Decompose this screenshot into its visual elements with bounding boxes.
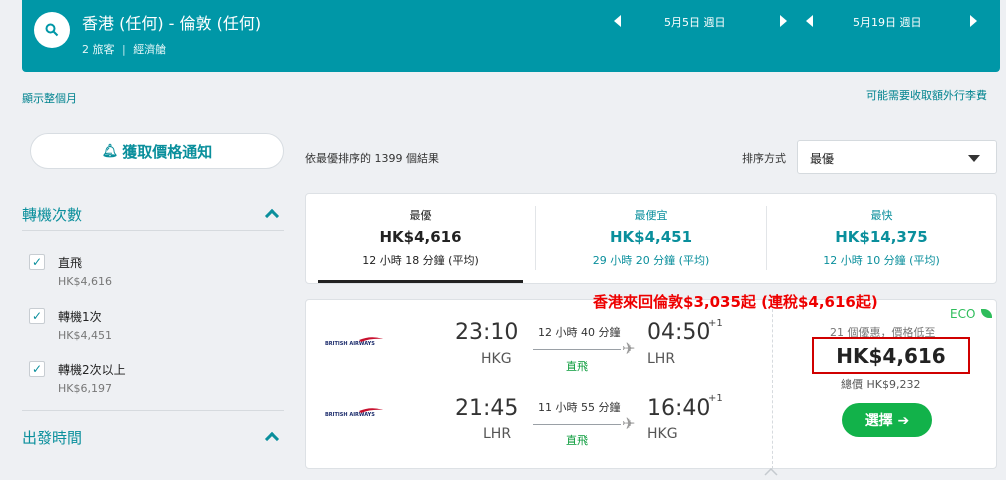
- outbound-plus-day: +1: [708, 318, 723, 329]
- collapse-stops-icon[interactable]: [264, 208, 280, 224]
- next-depart-date-icon[interactable]: [780, 15, 787, 27]
- sort-value: 最優: [810, 152, 835, 166]
- plane-icon: ✈︎: [622, 414, 636, 433]
- inbound-plus-day: +1: [708, 393, 723, 404]
- extra-baggage-fee-link[interactable]: 可能需要收取額外行李費: [866, 87, 987, 103]
- tab-cheapest[interactable]: 最便宜 HK$4,451 29 小時 20 分鐘 (平均): [536, 194, 766, 283]
- inbound-arr-time: 16:40: [647, 396, 711, 421]
- inbound-stops: 直飛: [566, 434, 588, 447]
- stops-one-label[interactable]: 轉機1次: [58, 308, 102, 325]
- divider: [22, 410, 284, 411]
- inbound-line: [533, 424, 621, 425]
- sort-label: 排序方式: [742, 152, 786, 165]
- leaf-icon: [981, 309, 993, 318]
- tab-best[interactable]: 最優 HK$4,616 12 小時 18 分鐘 (平均): [306, 194, 535, 283]
- tab-fastest-title: 最快: [870, 209, 893, 222]
- stops-direct-price: HK$4,616: [58, 275, 112, 288]
- cabin-text: 經濟艙: [133, 43, 167, 56]
- airline-logo-text: BRITISH AIRWAYS: [325, 341, 375, 347]
- prev-depart-date-icon[interactable]: [614, 15, 621, 27]
- passengers-text: 2 旅客: [82, 43, 115, 56]
- divider: [22, 230, 284, 231]
- stops-direct-checkbox[interactable]: ✓: [29, 254, 45, 270]
- outbound-line: [533, 349, 621, 350]
- inbound-duration: 11 小時 55 分鐘: [538, 401, 621, 414]
- promo-text: 香港來回倫敦$3,035起 (連稅$4,616起): [593, 293, 878, 311]
- stops-two-plus-checkbox[interactable]: ✓: [29, 361, 45, 377]
- tab-cheapest-duration: 29 小時 20 分鐘 (平均): [592, 254, 710, 267]
- airline-logo: BRITISH AIRWAYS: [325, 334, 385, 348]
- tab-fastest-duration: 12 小時 10 分鐘 (平均): [823, 254, 940, 267]
- collapse-departure-icon[interactable]: [264, 431, 280, 447]
- outbound-dep-airport: HKG: [481, 351, 512, 367]
- outbound-arr-airport: LHR: [647, 351, 676, 367]
- outbound-arr-time: 04:50: [647, 320, 711, 345]
- sort-select[interactable]: 最優: [797, 140, 997, 174]
- route-text[interactable]: 香港 (任何) - 倫敦 (任何): [82, 10, 261, 34]
- stops-one-price: HK$4,451: [58, 329, 112, 342]
- airline-logo-text: BRITISH AIRWAYS: [325, 412, 375, 418]
- plane-icon: ✈︎: [622, 339, 636, 358]
- tab-best-title: 最優: [409, 209, 432, 222]
- tab-fastest-price: HK$14,375: [835, 228, 928, 246]
- tab-cheapest-price: HK$4,451: [609, 228, 693, 246]
- tab-cheapest-title: 最便宜: [634, 209, 668, 222]
- show-whole-month-link[interactable]: 顯示整個月: [22, 90, 77, 106]
- stops-one-checkbox[interactable]: ✓: [29, 308, 45, 324]
- inbound-dep-time: 21:45: [455, 396, 519, 421]
- search-header[interactable]: 香港 (任何) - 倫敦 (任何) 2 旅客 | 經濟艙 5月5日 週日 5月1…: [22, 0, 1000, 72]
- stops-two-plus-label[interactable]: 轉機2次以上: [58, 361, 126, 378]
- departure-time-filter-title[interactable]: 出發時間: [22, 427, 82, 448]
- select-button[interactable]: 選擇 ➔: [842, 403, 932, 437]
- expand-details-icon[interactable]: [764, 461, 778, 476]
- chevron-down-icon: [968, 155, 980, 162]
- price-alert-label: 獲取價格通知: [122, 142, 213, 161]
- outbound-stops: 直飛: [566, 360, 588, 373]
- price-alert-button[interactable]: 🔔︎ 獲取價格通知: [30, 133, 284, 169]
- eco-label: ECO: [950, 307, 976, 321]
- tab-fastest[interactable]: 最快 HK$14,375 12 小時 10 分鐘 (平均): [767, 194, 996, 283]
- outbound-duration: 12 小時 40 分鐘: [538, 326, 621, 339]
- return-date[interactable]: 5月19日 週日: [853, 12, 922, 32]
- stops-filter-title[interactable]: 轉機次數: [22, 204, 82, 225]
- eco-badge: ECO: [950, 307, 993, 321]
- next-return-date-icon[interactable]: [970, 15, 977, 27]
- inbound-arr-airport: HKG: [647, 426, 678, 442]
- inbound-dep-airport: LHR: [483, 426, 512, 442]
- stops-two-plus-price: HK$6,197: [58, 382, 112, 395]
- outbound-dep-time: 23:10: [455, 320, 519, 345]
- results-count: 依最優排序的 1399 個結果: [305, 152, 439, 165]
- active-tab-indicator: [318, 280, 523, 283]
- prev-return-date-icon[interactable]: [806, 15, 813, 27]
- flight-price: HK$4,616: [836, 343, 946, 368]
- depart-date[interactable]: 5月5日 週日: [664, 12, 726, 32]
- passenger-cabin[interactable]: 2 旅客 | 經濟艙: [82, 41, 166, 57]
- stops-direct-label[interactable]: 直飛: [58, 254, 82, 271]
- sort-tabs: 最優 HK$4,616 12 小時 18 分鐘 (平均) 最便宜 HK$4,45…: [305, 193, 997, 284]
- bell-icon: 🔔︎: [101, 143, 119, 159]
- search-icon[interactable]: [34, 12, 70, 48]
- total-price: 總價 HK$9,232: [841, 378, 921, 391]
- tab-best-duration: 12 小時 18 分鐘 (平均): [362, 254, 479, 267]
- airline-logo: BRITISH AIRWAYS: [325, 405, 385, 419]
- price-highlight: HK$4,616: [812, 337, 970, 374]
- tab-best-price: HK$4,616: [379, 228, 462, 246]
